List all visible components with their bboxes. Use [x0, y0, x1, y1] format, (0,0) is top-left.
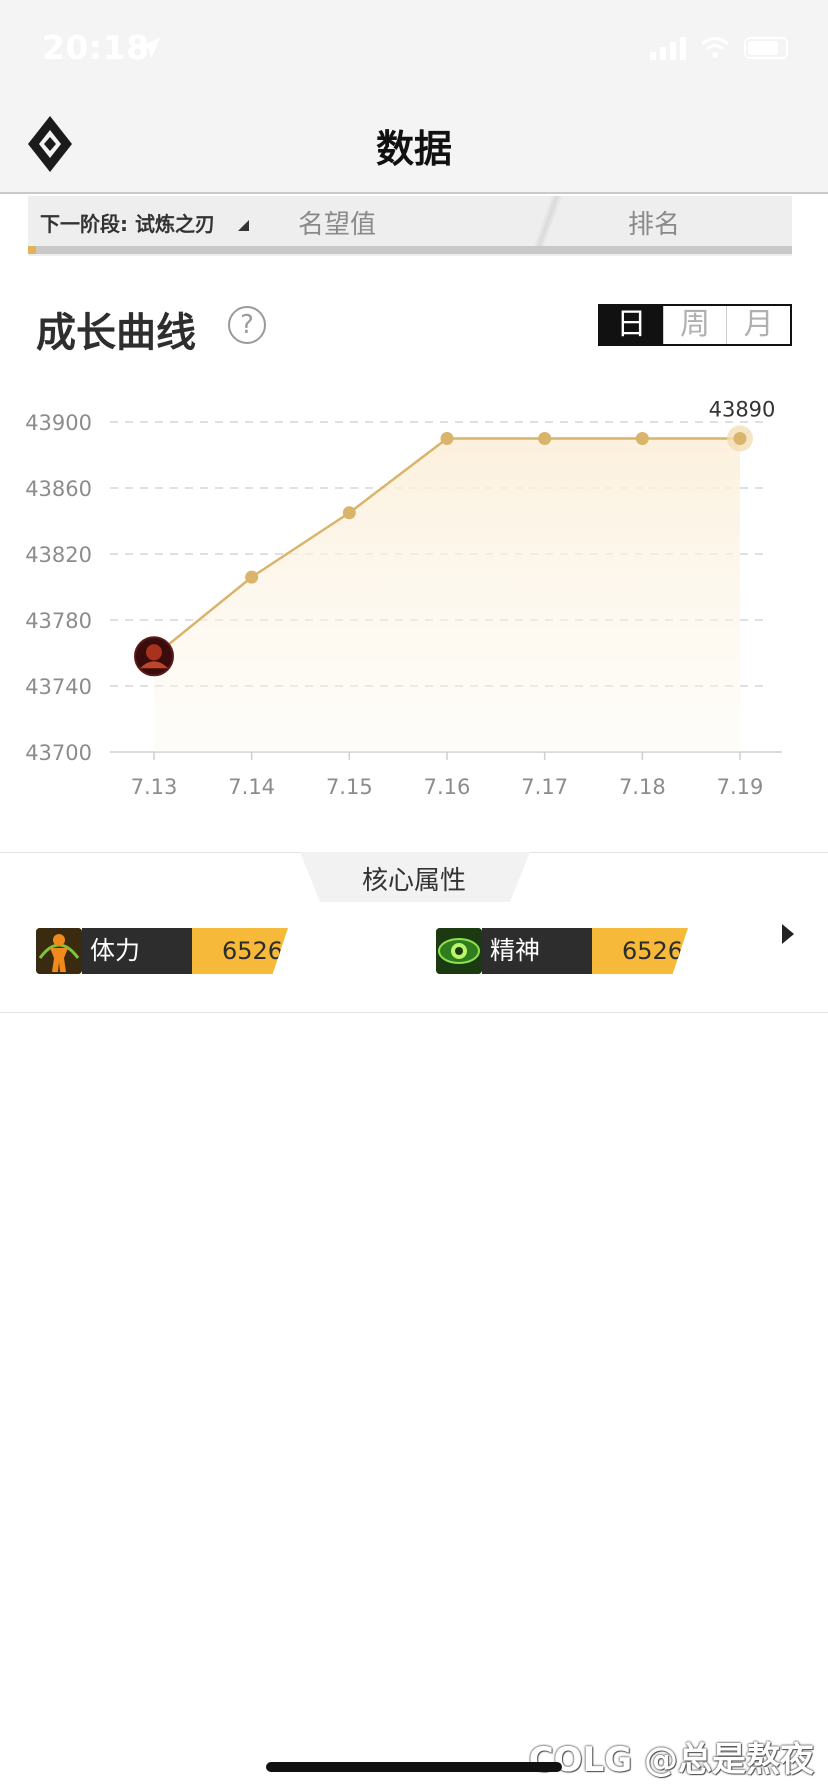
tab-divider	[528, 196, 568, 246]
data-point	[538, 432, 552, 445]
battery-icon	[744, 37, 788, 59]
attribute-value: 6526	[192, 928, 288, 974]
status-time: 20:18	[42, 28, 150, 67]
highlight-value-label: 43890	[709, 398, 776, 422]
area-fill	[154, 438, 740, 752]
help-icon[interactable]: ?	[228, 306, 266, 344]
data-point	[440, 432, 454, 445]
period-day-button[interactable]: 日	[600, 306, 663, 344]
y-tick-label: 43780	[25, 609, 92, 633]
data-point	[245, 570, 259, 584]
data-point	[733, 432, 747, 445]
cellular-signal-icon	[650, 36, 686, 60]
data-point	[635, 432, 649, 445]
attribute-value: 6526	[592, 928, 688, 974]
y-tick-label: 43700	[25, 741, 92, 765]
page-title: 数据	[375, 127, 452, 171]
x-tick-label: 7.14	[228, 775, 275, 799]
divider	[0, 1012, 828, 1013]
avatar-point-detail	[146, 644, 162, 661]
period-month-button[interactable]: 月	[726, 306, 791, 344]
wifi-icon	[701, 37, 729, 58]
x-tick-label: 7.17	[521, 775, 568, 799]
x-tick-label: 7.13	[131, 775, 178, 799]
y-tick-label: 43740	[25, 675, 92, 699]
tab-fame[interactable]: 名望值	[298, 204, 376, 241]
app-header: 数据	[0, 96, 828, 194]
home-indicator	[266, 1762, 562, 1772]
status-bar: 20:18	[0, 0, 828, 96]
y-tick-label: 43860	[25, 477, 92, 501]
y-tick-label: 43820	[25, 543, 92, 567]
attribute-spirit: 精神 6526	[436, 928, 688, 974]
x-tick-label: 7.19	[717, 775, 764, 799]
next-stage-tab[interactable]: 下一阶段: 试炼之刃	[40, 208, 215, 237]
stamina-icon	[36, 928, 82, 974]
watermark: COLG @总是熬夜	[528, 1740, 814, 1780]
status-icons	[650, 36, 788, 60]
core-attributes-title: 核心属性	[361, 866, 466, 896]
x-tick-label: 7.18	[619, 775, 666, 799]
data-point	[342, 506, 356, 520]
y-tick-label: 43900	[25, 411, 92, 435]
dropdown-caret-icon[interactable]	[238, 220, 249, 231]
x-tick-label: 7.16	[424, 775, 471, 799]
location-arrow-icon	[139, 37, 161, 59]
spirit-eye-icon	[436, 928, 482, 974]
tab-rank[interactable]: 排名	[628, 204, 680, 241]
attribute-name: 精神	[482, 928, 614, 974]
period-week-button[interactable]: 周	[662, 306, 727, 344]
period-toggle: 日 周 月	[598, 304, 792, 346]
attribute-stamina: 体力 6526	[36, 928, 288, 974]
x-tick-label: 7.15	[326, 775, 373, 799]
next-arrow-icon[interactable]	[782, 924, 794, 944]
attribute-name: 体力	[82, 928, 214, 974]
growth-line-chart: 43700 43740 43780 43820 43860 43900 7.13 7.14 7.…	[25, 398, 782, 799]
tab-underline	[28, 246, 792, 254]
growth-curve-title: 成长曲线	[36, 310, 196, 356]
